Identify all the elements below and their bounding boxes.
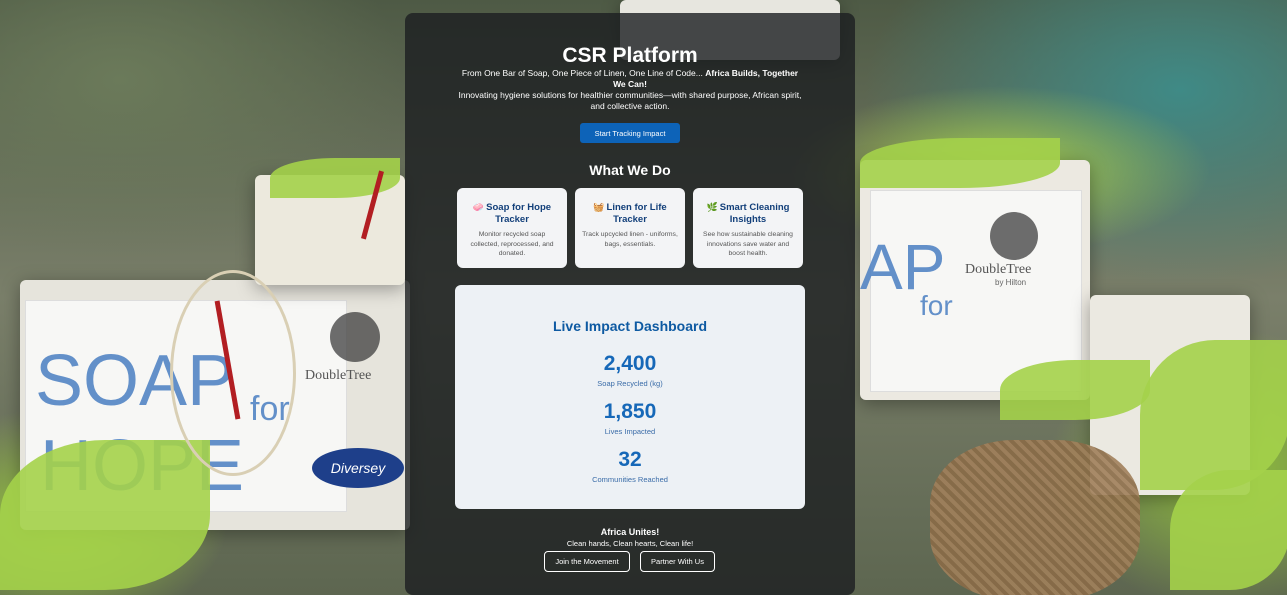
burlap-decoration <box>930 440 1140 595</box>
stat-lives-value: 1,850 <box>603 400 657 423</box>
tagline: From One Bar of Soap, One Piece of Linen… <box>457 68 803 112</box>
leaf-decoration <box>860 138 1060 188</box>
card-title: 🧺 Linen for Life Tracker <box>593 202 667 225</box>
card-desc: Track upcycled linen - uniforms, bags, e… <box>582 231 678 248</box>
card-desc: See how sustainable cleaning innovations… <box>703 231 793 257</box>
brand-text-right: DoubleTree <box>965 262 1032 277</box>
leaf-decoration <box>0 440 210 590</box>
leaf-decoration <box>1170 470 1287 590</box>
partner-button[interactable]: Partner With Us <box>640 551 715 572</box>
tagline-subtitle: Innovating hygiene solutions for healthi… <box>458 90 802 111</box>
stat-communities-value: 32 <box>618 448 642 471</box>
leaf-decoration <box>1000 360 1150 420</box>
soap-for-text-right: for <box>920 290 953 321</box>
tagline-lead: From One Bar of Soap, One Piece of Linen… <box>461 68 703 78</box>
main-panel: CSR Platform From One Bar of Soap, One P… <box>405 13 855 595</box>
stat-soap-value: 2,400 <box>603 352 657 375</box>
join-movement-button[interactable]: Join the Movement <box>544 551 630 572</box>
linen-icon: 🧺 <box>593 202 605 212</box>
twine-decoration <box>170 270 296 476</box>
leaf-decoration <box>1140 340 1287 490</box>
card-desc: Monitor recycled soap collected, reproce… <box>470 231 554 257</box>
card-title: 🧼 Soap for Hope Tracker <box>472 202 552 225</box>
doubletree-logo-right-icon <box>990 212 1038 260</box>
stat-communities-label: Communities Reached <box>592 475 668 484</box>
partner-logo: Diversey <box>312 448 404 488</box>
card-linen-for-life[interactable]: 🧺 Linen for Life Tracker Track upcycled l… <box>575 188 685 268</box>
doubletree-logo-icon <box>330 312 380 362</box>
leaf-icon: 🌿 <box>706 202 718 212</box>
stat-soap-label: Soap Recycled (kg) <box>597 379 663 388</box>
impact-dashboard: Live Impact Dashboard 2,400 Soap Recycle… <box>455 285 805 509</box>
card-soap-for-hope[interactable]: 🧼 Soap for Hope Tracker Monitor recycled … <box>457 188 567 268</box>
footer-title: Africa Unites! <box>600 527 660 537</box>
card-smart-cleaning[interactable]: 🌿 Smart Cleaning Insights See how sustain… <box>693 188 803 268</box>
stat-lives-label: Lives Impacted <box>604 427 656 436</box>
footer-subtitle: Clean hands, Clean hearts, Clean life! <box>566 539 694 548</box>
brand-sub-right: by Hilton <box>995 278 1027 287</box>
what-we-do-title: What We Do <box>589 162 671 178</box>
page-title: CSR Platform <box>562 44 698 67</box>
soap-icon: 🧼 <box>472 202 485 212</box>
brand-text: DoubleTree <box>305 368 372 383</box>
card-title: 🌿 Smart Cleaning Insights <box>706 202 790 225</box>
dashboard-title: Live Impact Dashboard <box>552 318 708 334</box>
start-tracking-button[interactable]: Start Tracking Impact <box>580 123 680 143</box>
